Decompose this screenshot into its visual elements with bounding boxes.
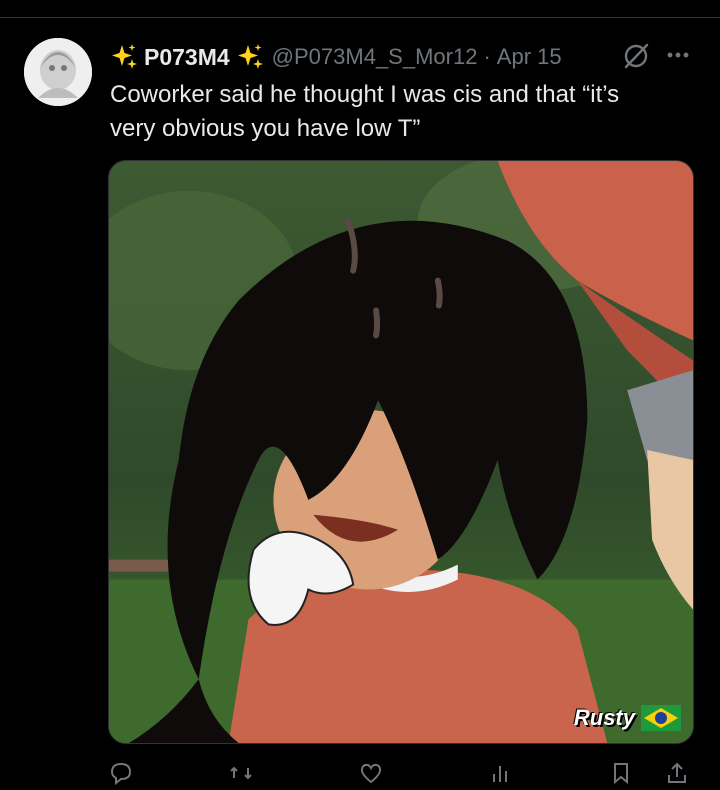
more-icon[interactable] bbox=[666, 48, 690, 62]
reply-icon bbox=[110, 762, 132, 786]
like-icon bbox=[360, 763, 382, 784]
sparkles-icon bbox=[236, 43, 264, 71]
bookmark-button[interactable] bbox=[608, 760, 634, 786]
views-icon bbox=[493, 766, 507, 782]
artist-signature: Rusty bbox=[573, 705, 635, 730]
display-name[interactable]: P073M4 bbox=[144, 44, 230, 71]
null-icon bbox=[620, 40, 652, 72]
tweet-header: P073M4 @P073M4_S_Mor12 · Apr 15 bbox=[110, 40, 562, 74]
views-button[interactable] bbox=[488, 760, 520, 786]
avatar-image bbox=[24, 38, 92, 106]
share-icon bbox=[668, 762, 686, 783]
top-divider bbox=[0, 17, 720, 18]
reply-button[interactable] bbox=[108, 760, 140, 786]
separator: · bbox=[483, 44, 491, 69]
repost-button[interactable] bbox=[228, 760, 260, 786]
avatar[interactable] bbox=[24, 38, 92, 106]
brazil-flag-icon bbox=[641, 705, 681, 731]
tweet-text: Coworker said he thought I was cis and t… bbox=[110, 81, 620, 142]
bookmark-icon bbox=[614, 763, 628, 785]
post-date[interactable]: Apr 15 bbox=[497, 44, 562, 70]
cartoon-illustration bbox=[109, 161, 693, 743]
media-image[interactable]: Rusty bbox=[108, 160, 694, 744]
like-button[interactable] bbox=[358, 760, 390, 786]
share-button[interactable] bbox=[664, 760, 690, 786]
user-handle[interactable]: @P073M4_S_Mor12 bbox=[272, 44, 478, 70]
action-bar bbox=[108, 760, 694, 790]
sparkles-icon bbox=[110, 43, 138, 71]
repost-icon bbox=[230, 766, 252, 780]
